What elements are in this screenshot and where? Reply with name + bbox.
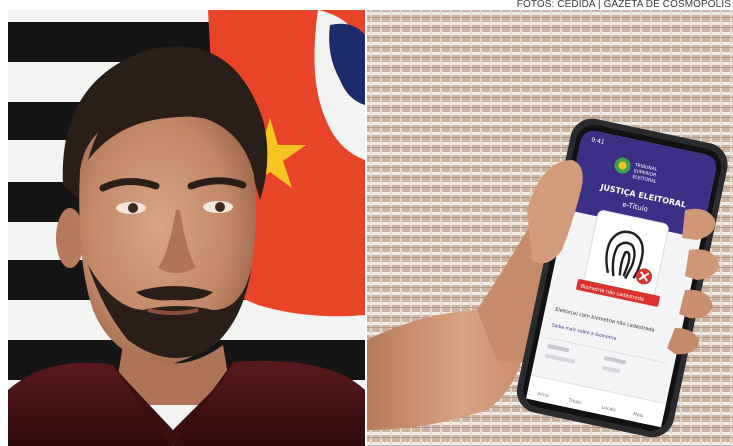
left-photo — [8, 10, 365, 446]
hand-holding-phone-icon: 9:41 TRIBUNAL SUPERIOR ELEITORAL JUSTIÇA… — [367, 10, 733, 446]
man-portrait-icon — [8, 10, 365, 446]
photo-credit: FOTOS: CEDIDA | GAZETA DE COSMOPOLIS — [516, 0, 731, 10]
right-photo: 9:41 TRIBUNAL SUPERIOR ELEITORAL JUSTIÇA… — [367, 10, 733, 446]
